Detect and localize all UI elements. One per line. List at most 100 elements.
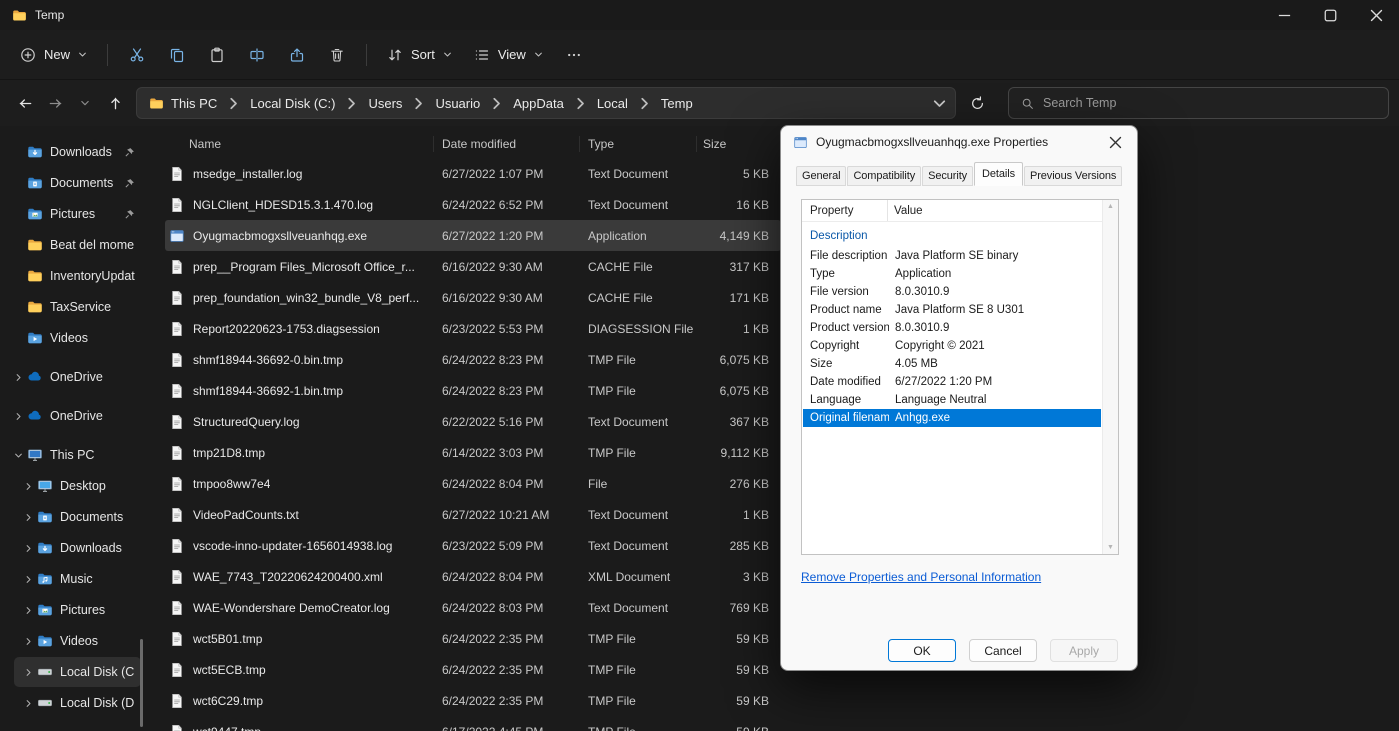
property-row[interactable]: Language Language Neutral bbox=[803, 391, 1101, 409]
sidebar-item[interactable]: Downloads bbox=[14, 533, 141, 563]
file-row[interactable]: wct5B01.tmp 6/24/2022 2:35 PM TMP File 5… bbox=[165, 623, 781, 654]
property-row[interactable]: File description Java Platform SE binary bbox=[803, 247, 1101, 265]
sidebar-item[interactable]: Videos bbox=[14, 626, 141, 656]
forward-button[interactable] bbox=[40, 88, 70, 118]
chevron-right-icon[interactable] bbox=[20, 606, 36, 615]
file-row[interactable]: wct9447.tmp 6/17/2022 4:45 PM TMP File 5… bbox=[165, 716, 781, 731]
sidebar-item[interactable]: Local Disk (D:) bbox=[14, 688, 141, 718]
dialog-close-button[interactable] bbox=[1093, 126, 1137, 158]
dialog-tab[interactable]: General bbox=[796, 166, 847, 186]
file-row[interactable]: WAE_7743_T20220624200400.xml 6/24/2022 8… bbox=[165, 561, 781, 592]
chevron-right-icon[interactable] bbox=[20, 699, 36, 708]
sidebar-item[interactable]: Downloads bbox=[4, 137, 141, 167]
maximize-button[interactable] bbox=[1307, 0, 1353, 30]
breadcrumb-item[interactable]: Local bbox=[590, 92, 635, 115]
chevron-right-icon[interactable] bbox=[10, 412, 26, 421]
property-row[interactable]: Product version 8.0.3010.9 bbox=[803, 319, 1101, 337]
file-row[interactable]: wct5ECB.tmp 6/24/2022 2:35 PM TMP File 5… bbox=[165, 654, 781, 685]
breadcrumb-item[interactable]: Temp bbox=[654, 92, 700, 115]
sidebar-item[interactable]: Videos bbox=[4, 323, 141, 353]
more-options-button[interactable] bbox=[555, 38, 593, 72]
chevron-right-icon[interactable] bbox=[20, 637, 36, 646]
rename-button[interactable] bbox=[238, 38, 276, 72]
file-row[interactable]: Report20220623-1753.diagsession 6/23/202… bbox=[165, 313, 781, 344]
cut-button[interactable] bbox=[118, 38, 156, 72]
sidebar-item[interactable]: OneDrive bbox=[4, 362, 141, 392]
search-box[interactable] bbox=[1008, 87, 1389, 119]
dialog-tab[interactable]: Previous Versions bbox=[1023, 166, 1123, 186]
file-row[interactable]: StructuredQuery.log 6/22/2022 5:16 PM Te… bbox=[165, 406, 781, 437]
sidebar-item[interactable]: Documents bbox=[4, 168, 141, 198]
breadcrumb-item[interactable]: Usuario bbox=[428, 92, 487, 115]
sidebar-item[interactable]: Pictures bbox=[14, 595, 141, 625]
dialog-tab[interactable]: Details bbox=[974, 162, 1023, 186]
sidebar-item[interactable]: This PC bbox=[4, 440, 141, 470]
scroll-down-icon[interactable]: ▼ bbox=[1107, 544, 1114, 551]
view-button[interactable]: View bbox=[464, 39, 553, 71]
apply-button[interactable]: Apply bbox=[1050, 639, 1118, 662]
file-row[interactable]: prep_foundation_win32_bundle_V8_perf... … bbox=[165, 282, 781, 313]
file-row[interactable]: NGLClient_HDESD15.3.1.470.log 6/24/2022 … bbox=[165, 189, 781, 220]
dialog-tab[interactable]: Security bbox=[922, 166, 974, 186]
ok-button[interactable]: OK bbox=[888, 639, 956, 662]
sidebar-item[interactable]: Local Disk (C:) bbox=[14, 657, 141, 687]
property-row[interactable]: Copyright Copyright © 2021 bbox=[803, 337, 1101, 355]
file-row[interactable]: tmp21D8.tmp 6/14/2022 3:03 PM TMP File 9… bbox=[165, 437, 781, 468]
sidebar-item[interactable]: Beat del mome bbox=[4, 230, 141, 260]
copy-button[interactable] bbox=[158, 38, 196, 72]
recent-locations-button[interactable] bbox=[70, 88, 100, 118]
breadcrumb-item[interactable]: Local Disk (C:) bbox=[243, 92, 342, 115]
sidebar-item[interactable]: Pictures bbox=[4, 199, 141, 229]
delete-button[interactable] bbox=[318, 38, 356, 72]
property-row[interactable]: Product name Java Platform SE 8 U301 bbox=[803, 301, 1101, 319]
breadcrumb-item[interactable]: This PC bbox=[164, 92, 224, 115]
file-row[interactable]: msedge_installer.log 6/27/2022 1:07 PM T… bbox=[165, 158, 781, 189]
dialog-scrollbar[interactable]: ▲ ▼ bbox=[1102, 200, 1118, 554]
chevron-right-icon[interactable] bbox=[20, 482, 36, 491]
new-button[interactable]: New bbox=[10, 39, 97, 71]
sidebar-scrollbar[interactable] bbox=[140, 639, 143, 727]
chevron-right-icon[interactable] bbox=[10, 373, 26, 382]
chevron-right-icon[interactable] bbox=[20, 668, 36, 677]
column-header-name[interactable]: Name bbox=[165, 136, 434, 152]
column-header-size[interactable]: Size bbox=[697, 136, 781, 152]
file-row[interactable]: wct6C29.tmp 6/24/2022 2:35 PM TMP File 5… bbox=[165, 685, 781, 716]
file-row[interactable]: shmf18944-36692-1.bin.tmp 6/24/2022 8:23… bbox=[165, 375, 781, 406]
property-row[interactable]: Size 4.05 MB bbox=[803, 355, 1101, 373]
minimize-button[interactable] bbox=[1261, 0, 1307, 30]
chevron-down-icon[interactable] bbox=[10, 451, 26, 460]
chevron-right-icon[interactable] bbox=[20, 513, 36, 522]
chevron-right-icon[interactable] bbox=[20, 544, 36, 553]
file-row[interactable]: tmpoo8ww7e4 6/24/2022 8:04 PM File 276 K… bbox=[165, 468, 781, 499]
refresh-button[interactable] bbox=[962, 88, 992, 118]
property-row[interactable]: Original filename Anhgg.exe bbox=[803, 409, 1101, 427]
file-row[interactable]: prep__Program Files_Microsoft Office_r..… bbox=[165, 251, 781, 282]
sidebar-item[interactable]: OneDrive bbox=[4, 401, 141, 431]
property-row[interactable]: Date modified 6/27/2022 1:20 PM bbox=[803, 373, 1101, 391]
sidebar-item[interactable]: TaxService bbox=[4, 292, 141, 322]
file-row[interactable]: vscode-inno-updater-1656014938.log 6/23/… bbox=[165, 530, 781, 561]
column-header-date-modified[interactable]: Date modified bbox=[434, 136, 580, 152]
breadcrumb-item[interactable]: Users bbox=[361, 92, 409, 115]
chevron-right-icon[interactable] bbox=[20, 575, 36, 584]
address-bar[interactable]: This PC Local Disk (C:) Users Usuario Ap… bbox=[136, 87, 956, 119]
file-row[interactable]: VideoPadCounts.txt 6/27/2022 10:21 AM Te… bbox=[165, 499, 781, 530]
file-row[interactable]: WAE-Wondershare DemoCreator.log 6/24/202… bbox=[165, 592, 781, 623]
property-row[interactable]: File version 8.0.3010.9 bbox=[803, 283, 1101, 301]
breadcrumb-item[interactable]: AppData bbox=[506, 92, 571, 115]
close-button[interactable] bbox=[1353, 0, 1399, 30]
address-dropdown-button[interactable] bbox=[932, 96, 947, 111]
scroll-up-icon[interactable]: ▲ bbox=[1107, 203, 1114, 210]
paste-button[interactable] bbox=[198, 38, 236, 72]
sidebar-item[interactable]: InventoryUpdat bbox=[4, 261, 141, 291]
cancel-button[interactable]: Cancel bbox=[969, 639, 1037, 662]
share-button[interactable] bbox=[278, 38, 316, 72]
search-input[interactable] bbox=[1043, 96, 1376, 110]
sidebar-item[interactable]: Music bbox=[14, 564, 141, 594]
back-button[interactable] bbox=[10, 88, 40, 118]
property-row[interactable]: Type Application bbox=[803, 265, 1101, 283]
sort-button[interactable]: Sort bbox=[377, 39, 462, 71]
remove-properties-link[interactable]: Remove Properties and Personal Informati… bbox=[801, 570, 1041, 584]
dialog-tab[interactable]: Compatibility bbox=[847, 166, 922, 186]
file-row[interactable]: shmf18944-36692-0.bin.tmp 6/24/2022 8:23… bbox=[165, 344, 781, 375]
